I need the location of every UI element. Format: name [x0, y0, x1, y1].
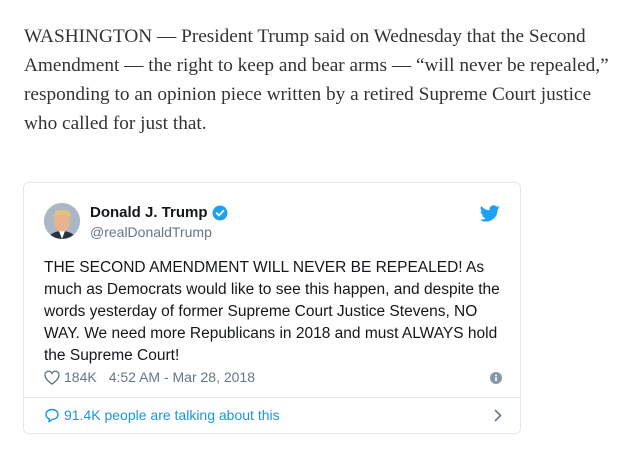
talking-about-label: 91.4K people are talking about this	[64, 407, 280, 423]
embedded-tweet[interactable]: Donald J. Trump @realDonaldTrump THE SEC…	[23, 182, 521, 434]
info-icon[interactable]	[490, 371, 502, 387]
avatar[interactable]	[44, 203, 80, 239]
like-count: 184K	[64, 369, 97, 385]
chevron-right-icon[interactable]	[494, 409, 502, 425]
display-name[interactable]: Donald J. Trump	[90, 204, 208, 221]
tweet-text: THE SECOND AMENDMENT WILL NEVER BE REPEA…	[44, 259, 500, 364]
divider	[24, 397, 520, 398]
verified-badge-icon	[212, 205, 228, 221]
user-handle[interactable]: @realDonaldTrump	[90, 224, 212, 240]
like-button[interactable]: 184K	[44, 369, 97, 385]
conversation-link[interactable]: 91.4K people are talking about this	[44, 407, 506, 423]
heart-icon	[44, 369, 60, 385]
article-paragraph: WASHINGTON — President Trump said on Wed…	[24, 26, 609, 134]
comment-icon	[44, 408, 60, 423]
twitter-bird-icon[interactable]	[479, 205, 500, 227]
tweet-timestamp[interactable]: 4:52 AM - Mar 28, 2018	[109, 369, 255, 385]
